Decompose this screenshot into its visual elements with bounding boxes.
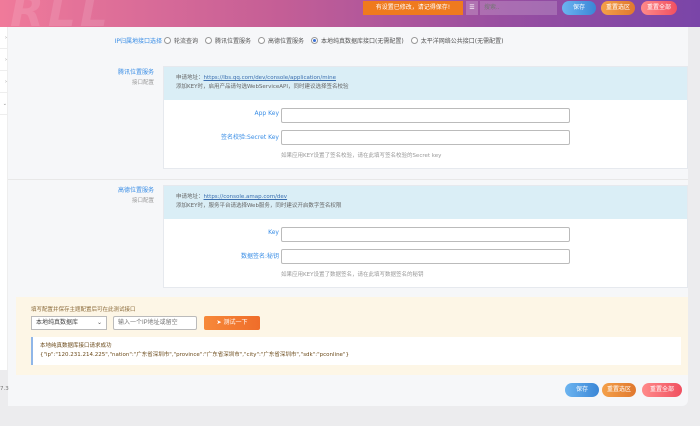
top-bar: RLL 有设置已修改，请记得保存! ☰ 保存 重置选区 重置全部 [0,0,700,37]
result-title: 本地纯真数据库接口请求成功 [40,343,112,349]
search-input[interactable] [480,1,557,15]
section-title: 高德位置服务 [117,187,154,194]
radio-icon[interactable] [258,36,266,44]
api-select[interactable]: 本地纯真数据库 ⌄ [31,316,107,330]
footer-save-button[interactable]: 保存 [565,383,599,397]
section-title: 腾讯位置服务 [117,69,154,76]
signature-secret-label: 数据签名:秘钥 [240,253,279,260]
radio-icon[interactable] [311,36,319,44]
footer-reset-section-button[interactable]: 重置选区 [602,383,636,397]
radio-icon[interactable] [164,36,171,44]
reset-all-button[interactable]: 重置全部 [641,1,677,15]
signature-secret-hint: 如果应用KEY设置了数据签名，请在此填写数据签名的秘钥 [281,272,424,278]
ip-api-label: IP归属地接口选择 [114,37,162,45]
gaode-signature-secret-input[interactable] [281,249,570,264]
sidebar-item[interactable]: ⌄ [0,93,7,115]
test-button-label: 测试一下 [223,319,248,326]
secret-key-label: 签名校验:Secret Key [221,134,279,141]
tencent-info: 申请地址：https://lbs.qq.com/dev/console/appl… [164,67,687,100]
test-result: 本地纯真数据库接口请求成功 {"ip":"120.231.214.225","n… [31,337,681,365]
footer-reset-all-button[interactable]: 重置全部 [642,383,682,397]
tencent-app-key-input[interactable] [281,108,570,123]
gaode-key-input[interactable] [281,227,570,242]
reset-section-button[interactable]: 重置选区 [601,1,635,15]
list-icon[interactable]: ☰ [466,1,478,15]
sidebar-item[interactable]: › [0,49,7,71]
tencent-secret-key-input[interactable] [281,130,570,145]
api-select-value: 本地纯真数据库 [36,319,79,326]
test-title: 填写配置并保存主题配置后可在此测试接口 [31,307,136,313]
radio-label: 本地纯真数据库接口(无需配置) [321,37,404,45]
settings-panel: IP归属地接口选择 轮流查询 腾讯位置服务 高德位置服务 本地纯真数据库接口(无需配置… [8,27,688,406]
ip-api-radio-option[interactable]: 高德位置服务 [258,36,304,45]
radio-label: 太平洋网络公共接口(无需配置) [420,37,504,45]
app-key-label: App Key [254,110,279,117]
radio-label: 轮流查询 [174,37,199,45]
secret-key-hint: 如果应用KEY设置了签名校验，请在此填写签名校验的Secret key [281,153,442,159]
sidebar-item[interactable]: › [0,27,7,49]
ip-api-radio-option[interactable]: 本地纯真数据库接口(无需配置) [311,36,404,45]
radio-icon[interactable] [205,36,213,44]
unsaved-notice: 有设置已修改，请记得保存! [363,1,463,15]
radio-label: 腾讯位置服务 [215,37,252,45]
save-button[interactable]: 保存 [562,1,596,15]
tencent-section-label: 腾讯位置服务 接口配置 [118,67,154,86]
apply-prefix: 申请地址： [176,194,204,200]
ip-api-radio-option[interactable]: 轮流查询 [164,36,198,45]
version-text: 7.3 [0,386,9,392]
key-label: Key [268,229,279,236]
chevron-down-icon: ⌄ [96,319,102,326]
tencent-config-box: 申请地址：https://lbs.qq.com/dev/console/appl… [163,66,688,169]
gaode-section-label: 高德位置服务 接口配置 [118,185,154,204]
section-subtitle: 接口配置 [131,198,154,204]
tencent-note: 添加KEY时，启用产品请勾选WebServiceAPI，同时建议选择签名校验 [176,84,349,90]
section-subtitle: 接口配置 [131,80,154,86]
api-test-panel: 填写配置并保存主题配置后可在此测试接口 本地纯真数据库 ⌄ ➤ 测试一下 本地纯真… [16,297,688,375]
ip-api-radio-option[interactable]: 腾讯位置服务 [205,36,251,45]
gaode-info: 申请地址：https://console.amap.com/dev 添加KEY时… [164,186,687,219]
gaode-note: 添加KEY时，服务平台请选择Web服务，同时建议开启数字签名权限 [176,203,342,209]
radio-label: 高德位置服务 [268,37,305,45]
tencent-apply-link[interactable]: https://lbs.qq.com/dev/console/applicati… [204,75,336,81]
ip-api-radio-option[interactable]: 太平洋网络公共接口(无需配置) [410,36,504,45]
ip-input[interactable] [113,316,197,330]
sidebar-item[interactable]: › [0,71,7,93]
test-button[interactable]: ➤ 测试一下 [204,316,260,330]
sidebar: › › › ⌄ [0,27,8,370]
radio-icon[interactable] [410,36,418,44]
gaode-apply-link[interactable]: https://console.amap.com/dev [204,194,288,200]
ip-api-selector: IP归属地接口选择 轮流查询 腾讯位置服务 高德位置服务 本地纯真数据库接口(无需配置… [8,33,688,47]
divider [8,179,688,180]
result-body: {"ip":"120.231.214.225","nation":"广东省深圳市… [40,352,349,358]
apply-prefix: 申请地址： [176,75,204,81]
gaode-config-box: 申请地址：https://console.amap.com/dev 添加KEY时… [163,185,688,288]
